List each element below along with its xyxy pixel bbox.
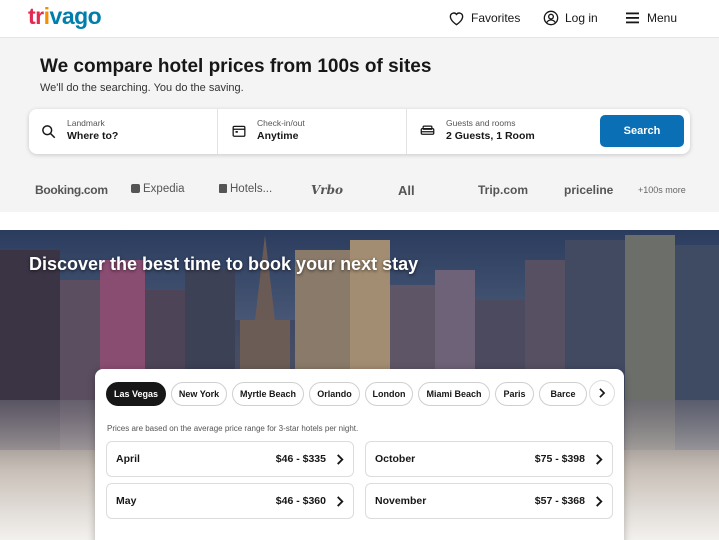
chevron-right-icon [337,454,344,465]
chevron-right-icon [337,496,344,507]
search-icon [42,125,56,139]
month-name: May [116,495,137,507]
calendar-icon [232,125,246,137]
guests-label: Guests and rooms [446,118,516,128]
destination-tab[interactable]: Las Vegas [106,382,166,406]
destination-tab[interactable]: Myrtle Beach [232,382,304,406]
destination-field[interactable]: Landmark Where to? [29,109,217,154]
logo-letter: a [61,3,75,29]
hamburger-icon [626,12,639,24]
chevron-right-icon [596,454,603,465]
page-subline: We'll do the searching. You do the savin… [40,82,244,94]
priceline-logo: priceline [564,183,614,197]
dates-field[interactable]: Check-in/out Anytime [217,109,406,154]
month-price-range: $75 - $398 [534,453,585,465]
hotels-mark-icon [219,184,227,193]
logo-letter: t [28,3,36,29]
guests-value: 2 Guests, 1 Room [446,130,535,142]
destination-tabs: Las Vegas New York Myrtle Beach Orlando Lond… [106,382,613,408]
partner-logos: Booking.com Expedia Hotels... Vrbo All T… [0,178,719,204]
search-form: Landmark Where to? Check-in/out Anytime … [29,109,690,154]
heart-icon [449,11,464,25]
user-icon [543,10,559,26]
menu-label: Menu [647,11,678,25]
chevron-right-icon [599,388,606,398]
month-name: October [375,453,416,465]
login-label: Log in [565,11,598,25]
page-headline: We compare hotel prices from 100s of sit… [40,56,432,77]
expedia-mark-icon [131,184,140,193]
destination-tab[interactable]: Paris [495,382,534,406]
search-button[interactable]: Search [600,115,684,147]
logo-letter: r [35,3,44,29]
vrbo-logo: Vrbo [311,183,344,197]
destination-tab[interactable]: Miami Beach [418,382,490,406]
chevron-right-icon [596,496,603,507]
price-note: Prices are based on the average price ra… [107,424,359,433]
search-section: We compare hotel prices from 100s of sit… [0,38,719,212]
logo-letter: v [49,3,63,29]
month-name: November [375,495,427,507]
all-logo: All [398,183,415,198]
bed-icon [420,125,435,135]
menu-button[interactable]: Menu [625,0,677,36]
expedia-label: Expedia [143,183,185,195]
hotels-logo: Hotels... [219,183,272,195]
guests-field[interactable]: Guests and rooms 2 Guests, 1 Room [406,109,596,154]
destination-tab[interactable]: New York [171,382,227,406]
month-price-row[interactable]: October $75 - $398 [365,441,613,477]
dates-label: Check-in/out [257,118,305,128]
trivago-logo[interactable]: trivago [28,3,102,30]
month-price-row[interactable]: May $46 - $360 [106,483,354,519]
favorites-label: Favorites [471,11,521,25]
tabs-next-button[interactable] [589,380,615,406]
booking-logo: Booking.com [35,183,108,197]
logo-letter: o [87,3,102,29]
hero-title: Discover the best time to book your next… [29,254,419,274]
month-name: April [116,453,140,465]
month-price-range: $46 - $360 [275,495,326,507]
month-price-range: $57 - $368 [534,495,585,507]
month-price-range: $46 - $335 [275,453,326,465]
logo-letter: g [74,3,88,29]
destination-label: Landmark [67,118,105,128]
destination-value: Where to? [67,130,119,142]
month-price-row[interactable]: April $46 - $335 [106,441,354,477]
hotels-label: Hotels... [230,183,273,195]
top-header: trivago Favorites Log in Menu [0,0,719,38]
favorites-link[interactable]: Favorites [448,0,520,36]
trip-logo: Trip.com [478,183,529,197]
login-link[interactable]: Log in [543,0,598,36]
best-time-card: Las Vegas New York Myrtle Beach Orlando Lond… [95,369,624,540]
more-partners-text: +100s more [638,185,686,195]
month-price-row[interactable]: November $57 - $368 [365,483,613,519]
expedia-logo: Expedia [131,183,185,195]
destination-tab[interactable]: Orlando [309,382,360,406]
destination-tab[interactable]: Barce [539,382,587,406]
destination-tab[interactable]: London [365,382,413,406]
dates-value: Anytime [257,130,299,142]
